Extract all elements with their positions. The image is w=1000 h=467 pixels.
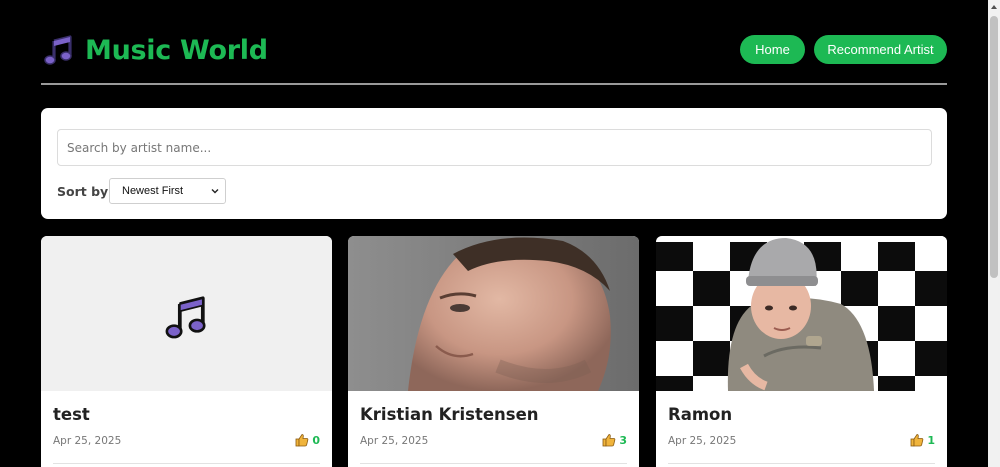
artist-name: test [53,405,90,424]
sort-selected-value: Newest First [122,185,184,197]
card-divider [360,463,627,464]
like-button[interactable]: 1 [910,433,935,447]
header-divider [41,83,947,85]
sort-label: Sort by: [57,184,114,199]
chevron-down-icon [211,189,219,194]
thumbs-up-icon [910,434,924,447]
vertical-scrollbar[interactable] [988,0,1000,467]
logo[interactable]: Music World [43,34,268,66]
artist-name: Ramon [668,405,733,424]
like-count: 1 [927,433,935,447]
app-title: Music World [85,34,268,66]
artist-date: Apr 25, 2025 [668,435,737,447]
page: Music World Home Recommend Artist Sort b… [0,0,988,467]
scroll-up-icon[interactable] [990,3,998,11]
artist-card[interactable]: test Apr 25, 2025 0 [41,236,332,467]
artist-date: Apr 25, 2025 [360,435,429,447]
like-button[interactable]: 0 [295,433,320,447]
card-divider [668,463,935,464]
filter-panel: Sort by: Newest First [41,108,947,219]
artist-name: Kristian Kristensen [360,405,539,424]
artist-image-placeholder [41,236,332,391]
header: Music World Home Recommend Artist [41,30,947,70]
like-button[interactable]: 3 [602,433,627,447]
thumbs-up-icon [295,434,309,447]
scrollbar-thumb[interactable] [990,16,998,278]
music-note-icon [165,296,206,339]
artist-date: Apr 25, 2025 [53,435,122,447]
thumbs-up-icon [602,434,616,447]
recommend-artist-button[interactable]: Recommend Artist [814,35,947,64]
artist-photo [348,236,639,391]
music-note-icon [44,35,72,65]
home-button[interactable]: Home [740,35,805,64]
artist-card[interactable]: Kristian Kristensen Apr 25, 2025 3 [348,236,639,467]
card-divider [53,463,320,464]
sort-select[interactable]: Newest First [109,178,226,204]
artist-photo [656,236,947,391]
like-count: 3 [619,433,627,447]
top-nav: Home Recommend Artist [740,35,947,64]
artist-card[interactable]: Ramon Apr 25, 2025 1 [656,236,947,467]
like-count: 0 [312,433,320,447]
search-input[interactable] [57,129,932,166]
